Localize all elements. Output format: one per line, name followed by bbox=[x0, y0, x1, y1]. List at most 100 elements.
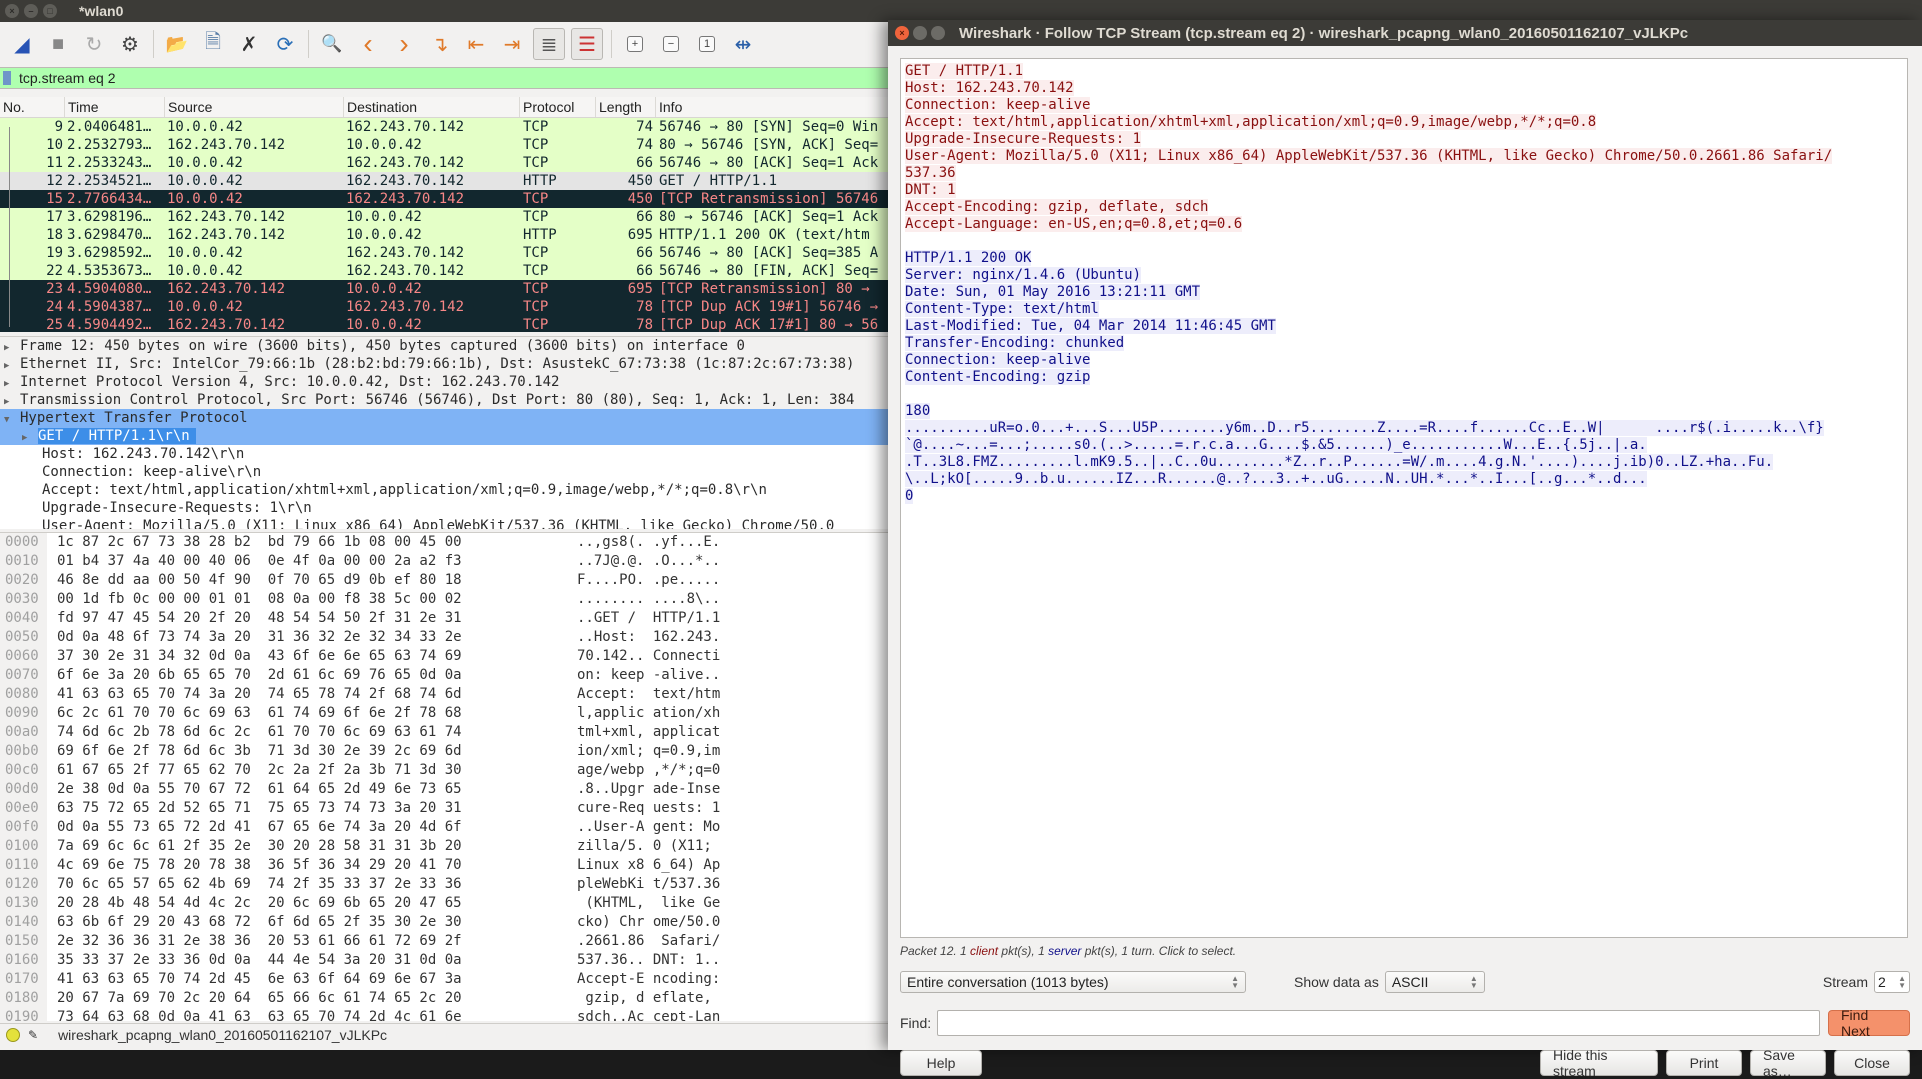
go-forward-icon[interactable]: › bbox=[389, 28, 419, 59]
resize-columns-icon[interactable]: ⇹ bbox=[728, 29, 758, 59]
byte-row[interactable]: 0110 4c 69 6e 75 78 20 78 38 36 5f 36 34 … bbox=[0, 856, 890, 875]
detail-tree-item[interactable]: ▼ Hypertext Transfer Protocol bbox=[0, 409, 890, 427]
hide-stream-button[interactable]: Hide this stream bbox=[1540, 1047, 1658, 1079]
zoom-in-button[interactable]: + bbox=[620, 29, 650, 59]
byte-row[interactable]: 0180 20 67 7a 69 70 2c 20 64 65 66 6c 61 … bbox=[0, 989, 890, 1008]
stream-content[interactable]: GET / HTTP/1.1 Host: 162.243.70.142 Connec… bbox=[900, 58, 1908, 938]
zoom-out-button[interactable]: − bbox=[656, 29, 686, 59]
byte-row[interactable]: 0060 37 30 2e 31 34 32 0d 0a 43 6f 6e 6e … bbox=[0, 647, 890, 666]
capture-comment-icon[interactable]: ✎ bbox=[28, 1028, 38, 1042]
byte-row[interactable]: 0130 20 28 4b 48 54 4d 4c 2c 20 6c 69 6b … bbox=[0, 894, 890, 913]
byte-row[interactable]: 0120 70 6c 65 57 65 62 4b 69 74 2f 35 33 … bbox=[0, 875, 890, 894]
column-header-length[interactable]: Length bbox=[596, 97, 656, 117]
go-last-packet-icon[interactable]: ⇥ bbox=[497, 29, 527, 59]
go-first-packet-icon[interactable]: ⇤ bbox=[461, 29, 491, 59]
packet-row[interactable]: 25 4.5904492… 162.243.70.142 10.0.0.42 TCP 78… bbox=[0, 316, 890, 332]
byte-row[interactable]: 0080 41 63 63 65 70 74 3a 20 74 65 78 74 … bbox=[0, 685, 890, 704]
detail-tree-item[interactable]: ▶ Frame 12: 450 bytes on wire (3600 bits)… bbox=[0, 337, 890, 355]
packet-row[interactable]: 22 4.5353673… 10.0.0.42 162.243.70.142 TCP 66… bbox=[0, 262, 890, 280]
expert-info-icon[interactable] bbox=[6, 1028, 20, 1042]
reload-file-icon[interactable]: ⟳ bbox=[270, 29, 300, 59]
packet-row[interactable]: 10 2.2532793… 162.243.70.142 10.0.0.42 TCP 74… bbox=[0, 136, 890, 154]
go-to-packet-icon[interactable]: ↴ bbox=[425, 29, 455, 59]
dialog-maximize-icon[interactable] bbox=[931, 26, 945, 40]
dialog-close-icon[interactable]: × bbox=[895, 26, 909, 40]
find-input[interactable] bbox=[937, 1010, 1820, 1036]
byte-row[interactable]: 0150 2e 32 36 36 31 2e 38 36 20 53 61 66 … bbox=[0, 932, 890, 951]
packet-row[interactable]: 17 3.6298196… 162.243.70.142 10.0.0.42 TCP 66… bbox=[0, 208, 890, 226]
find-packet-icon[interactable]: 🔍 bbox=[317, 29, 347, 59]
byte-row[interactable]: 0100 7a 69 6c 6c 61 2f 35 2e 30 20 28 58 … bbox=[0, 837, 890, 856]
help-button[interactable]: Help bbox=[900, 1050, 982, 1076]
close-file-icon[interactable]: ✗ bbox=[234, 29, 264, 59]
packet-row[interactable]: 23 4.5904080… 162.243.70.142 10.0.0.42 TCP 69… bbox=[0, 280, 890, 298]
packet-row[interactable]: 11 2.2533243… 10.0.0.42 162.243.70.142 TCP 66… bbox=[0, 154, 890, 172]
byte-row[interactable]: 0040 fd 97 47 45 54 20 2f 20 48 54 54 50 … bbox=[0, 609, 890, 628]
stream-spinbox[interactable]: 2 ▲ ▼ bbox=[1874, 971, 1910, 993]
byte-row[interactable]: 0050 0d 0a 48 6f 73 74 3a 20 31 36 32 2e … bbox=[0, 628, 890, 647]
maximize-window-icon[interactable]: □ bbox=[43, 4, 57, 18]
byte-row[interactable]: 0090 6c 2c 61 70 70 6c 69 63 61 74 69 6f … bbox=[0, 704, 890, 723]
byte-row[interactable]: 0070 6f 6e 3a 20 6b 65 65 70 2d 61 6c 69 … bbox=[0, 666, 890, 685]
byte-row[interactable]: 0160 35 33 37 2e 33 36 0d 0a 44 4e 54 3a … bbox=[0, 951, 890, 970]
colorize-icon[interactable]: ☰ bbox=[571, 28, 603, 60]
display-filter-input[interactable] bbox=[19, 70, 819, 86]
packet-row[interactable]: 12 2.2534521… 10.0.0.42 162.243.70.142 HTTP 4… bbox=[0, 172, 890, 190]
byte-row[interactable]: 0170 41 63 63 65 70 74 2d 45 6e 63 6f 64 … bbox=[0, 970, 890, 989]
show-data-select[interactable]: ASCII ▲ ▼ bbox=[1384, 971, 1485, 993]
packet-row[interactable]: 18 3.6298470… 162.243.70.142 10.0.0.42 HTTP 6… bbox=[0, 226, 890, 244]
byte-row[interactable]: 0010 01 b4 37 4a 40 00 40 06 0e 4f 0a 00 … bbox=[0, 552, 890, 571]
byte-row[interactable]: 0020 46 8e dd aa 00 50 4f 90 0f 70 65 d9 … bbox=[0, 571, 890, 590]
save-as-button[interactable]: Save as… bbox=[1750, 1047, 1826, 1079]
byte-row[interactable]: 00e0 63 75 72 65 2d 52 65 71 75 65 73 74 … bbox=[0, 799, 890, 818]
detail-tree-item[interactable]: ▶ Transmission Control Protocol, Src Port… bbox=[0, 391, 890, 409]
byte-row[interactable]: 00b0 69 6f 6e 2f 78 6d 6c 3b 71 3d 30 2e … bbox=[0, 742, 890, 761]
open-file-icon[interactable]: 📂 bbox=[162, 29, 192, 59]
byte-row[interactable]: 0030 00 1d fb 0c 00 00 01 01 08 0a 00 f8 … bbox=[0, 590, 890, 609]
start-capture-icon[interactable]: ◢ bbox=[7, 29, 37, 59]
stop-capture-icon[interactable]: ■ bbox=[43, 29, 73, 59]
save-file-icon[interactable]: 🗎 bbox=[198, 29, 228, 59]
column-header-no[interactable]: No. bbox=[0, 97, 65, 117]
dialog-minimize-icon[interactable] bbox=[913, 26, 927, 40]
capture-options-icon[interactable]: ⚙ bbox=[115, 29, 145, 59]
column-header-source[interactable]: Source bbox=[165, 97, 344, 117]
minimize-window-icon[interactable]: – bbox=[24, 4, 38, 18]
spin-arrows-icon[interactable]: ▲ ▼ bbox=[1898, 975, 1906, 990]
detail-tree-item[interactable]: Upgrade-Insecure-Requests: 1\r\n bbox=[0, 499, 890, 517]
detail-tree-item[interactable]: User-Agent: Mozilla/5.0 (X11; Linux x86_… bbox=[0, 517, 890, 529]
detail-tree-item[interactable]: Accept: text/html,application/xhtml+xml,… bbox=[0, 481, 890, 499]
column-header-protocol[interactable]: Protocol bbox=[520, 97, 596, 117]
packet-row[interactable]: 15 2.7766434… 10.0.0.42 162.243.70.142 TCP 45… bbox=[0, 190, 890, 208]
byte-row[interactable]: 0190 73 64 63 68 0d 0a 41 63 63 65 70 74 … bbox=[0, 1008, 890, 1021]
byte-row[interactable]: 0140 63 6b 6f 29 20 43 68 72 6f 6d 65 2f … bbox=[0, 913, 890, 932]
byte-row[interactable]: 0000 1c 87 2c 67 73 38 28 b2 bd 79 66 1b … bbox=[0, 533, 890, 552]
detail-tree-item[interactable]: Host: 162.243.70.142\r\n bbox=[0, 445, 890, 463]
bookmark-icon[interactable] bbox=[3, 71, 11, 85]
detail-tree-item[interactable]: Connection: keep-alive\r\n bbox=[0, 463, 890, 481]
byte-row[interactable]: 00a0 74 6d 6c 2b 78 6d 6c 2c 61 70 70 6c … bbox=[0, 723, 890, 742]
detail-tree-item[interactable]: ▶ Internet Protocol Version 4, Src: 10.0.… bbox=[0, 373, 890, 391]
auto-scroll-icon[interactable]: ≣ bbox=[533, 28, 565, 60]
column-header-destination[interactable]: Destination bbox=[344, 97, 520, 117]
detail-tree-item[interactable]: ▶ Ethernet II, Src: IntelCor_79:66:1b (28… bbox=[0, 355, 890, 373]
column-header-time[interactable]: Time bbox=[65, 97, 165, 117]
print-button[interactable]: Print bbox=[1666, 1050, 1742, 1076]
go-back-icon[interactable]: ‹ bbox=[353, 28, 383, 59]
conversation-select[interactable]: Entire conversation (1013 bytes) ▲ ▼ bbox=[900, 971, 1246, 993]
packet-row[interactable]: 19 3.6298592… 10.0.0.42 162.243.70.142 TCP 66… bbox=[0, 244, 890, 262]
close-button[interactable]: Close bbox=[1834, 1050, 1910, 1076]
detail-tree-item[interactable]: ▶ GET / HTTP/1.1\r\n bbox=[0, 427, 890, 445]
collapsed-arrow-icon[interactable]: ▶ bbox=[22, 429, 38, 447]
find-next-button[interactable]: Find Next bbox=[1828, 1007, 1910, 1039]
expanded-arrow-icon[interactable]: ▼ bbox=[4, 411, 20, 429]
packet-row[interactable]: 24 4.5904387… 10.0.0.42 162.243.70.142 TCP 78… bbox=[0, 298, 890, 316]
normal-size-button[interactable]: 1 bbox=[692, 29, 722, 59]
byte-row[interactable]: 00f0 0d 0a 55 73 65 72 2d 41 67 65 6e 74 … bbox=[0, 818, 890, 837]
packet-row[interactable]: 9 2.0406481… 10.0.0.42 162.243.70.142 TCP 74 5… bbox=[0, 118, 890, 136]
close-window-icon[interactable]: × bbox=[5, 4, 19, 18]
byte-row[interactable]: 00c0 61 67 65 2f 77 65 62 70 2c 2a 2f 2a … bbox=[0, 761, 890, 780]
byte-row[interactable]: 00d0 2e 38 0d 0a 55 70 67 72 61 64 65 2d … bbox=[0, 780, 890, 799]
column-header-info[interactable]: Info bbox=[656, 97, 890, 117]
restart-capture-icon[interactable]: ↻ bbox=[79, 29, 109, 59]
